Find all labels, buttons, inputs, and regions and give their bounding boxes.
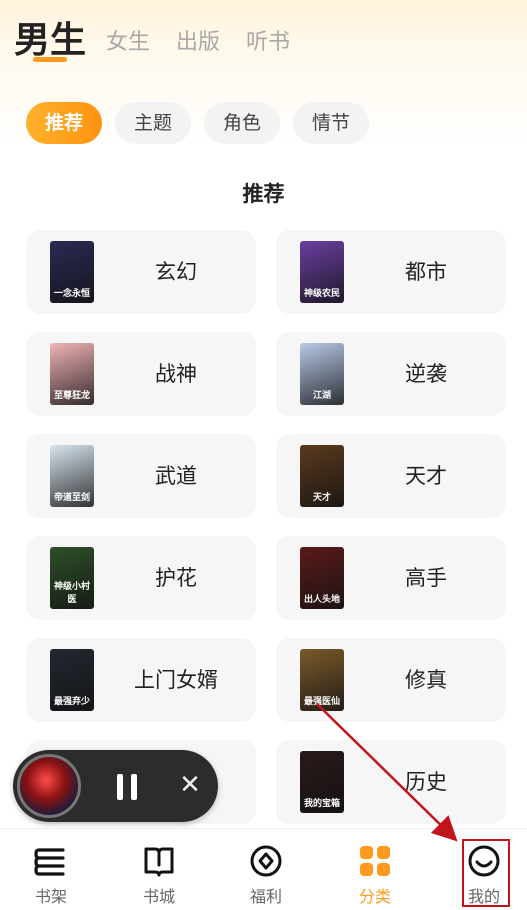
nav-bookshelf[interactable]: 书架 <box>11 829 91 910</box>
category-card[interactable]: 神级小村医 护花 <box>26 536 256 620</box>
category-card[interactable]: 我的宝箱 历史 <box>276 740 506 824</box>
category-card[interactable]: 出人头地 高手 <box>276 536 506 620</box>
book-cover: 出人头地 <box>300 547 344 609</box>
close-icon[interactable]: ✕ <box>175 770 205 800</box>
category-card[interactable]: 至尊狂龙 战神 <box>26 332 256 416</box>
category-card[interactable]: 天才 天才 <box>276 434 506 518</box>
nav-label: 书城 <box>142 887 175 906</box>
tab-audiobook[interactable]: 听书 <box>246 23 290 63</box>
book-cover: 一念永恒 <box>50 241 94 303</box>
category-card[interactable]: 江湖 逆袭 <box>276 332 506 416</box>
book-cover: 我的宝箱 <box>300 751 344 813</box>
book-cover: 神级小村医 <box>50 547 94 609</box>
nav-bookstore[interactable]: 书城 <box>119 829 199 910</box>
category-label: 逆袭 <box>405 362 447 386</box>
book-cover: 最强医仙 <box>300 649 344 711</box>
player-cover[interactable] <box>17 754 81 818</box>
book-cover: 帝道至剑 <box>50 445 94 507</box>
category-label: 武道 <box>155 464 197 488</box>
category-label: 上门女婿 <box>134 668 218 692</box>
book-cover: 至尊狂龙 <box>50 343 94 405</box>
category-label: 护花 <box>155 566 197 590</box>
chip-recommend[interactable]: 推荐 <box>26 102 103 144</box>
category-card[interactable]: 一念永恒 玄幻 <box>26 230 256 314</box>
chip-theme[interactable]: 主题 <box>115 102 192 144</box>
pause-icon[interactable] <box>117 774 137 800</box>
category-card[interactable]: 最强弃少 上门女婿 <box>26 638 256 722</box>
gender-tabs: 男生 女生 出版 听书 <box>14 8 316 63</box>
category-label: 玄幻 <box>155 260 197 284</box>
tab-female[interactable]: 女生 <box>106 23 150 63</box>
category-label: 天才 <box>405 464 447 488</box>
category-label: 都市 <box>405 260 447 284</box>
floating-audio-player[interactable]: ✕ <box>13 750 218 822</box>
section-title: 推荐 <box>242 182 285 206</box>
bottom-nav: 书架 书城 福利 分类 我的 <box>0 828 527 910</box>
bookshelf-icon <box>34 848 65 876</box>
chip-role[interactable]: 角色 <box>204 102 281 144</box>
tab-publish[interactable]: 出版 <box>176 23 220 63</box>
book-cover: 江湖 <box>300 343 344 405</box>
category-card[interactable]: 神级农民 都市 <box>276 230 506 314</box>
book-cover: 神级农民 <box>300 241 344 303</box>
annotation-highlight-box <box>462 839 510 907</box>
chip-plot[interactable]: 情节 <box>293 102 370 144</box>
book-cover: 天才 <box>300 445 344 507</box>
category-label: 修真 <box>405 668 447 692</box>
nav-label: 福利 <box>249 887 282 906</box>
active-tab-indicator <box>33 57 67 62</box>
nav-label: 书架 <box>34 887 67 906</box>
gift-icon <box>250 845 282 877</box>
book-cover: 最强弃少 <box>50 649 94 711</box>
category-card[interactable]: 最强医仙 修真 <box>276 638 506 722</box>
category-label: 高手 <box>405 566 447 590</box>
nav-category[interactable]: 分类 <box>335 829 415 910</box>
nav-label: 分类 <box>358 887 391 906</box>
category-label: 战神 <box>155 362 197 386</box>
category-label: 历史 <box>405 770 447 794</box>
book-icon <box>144 847 174 877</box>
nav-welfare[interactable]: 福利 <box>226 829 306 910</box>
grid-icon <box>360 846 390 876</box>
category-card[interactable]: 帝道至剑 武道 <box>26 434 256 518</box>
filter-chips: 推荐 主题 角色 情节 <box>26 102 382 144</box>
